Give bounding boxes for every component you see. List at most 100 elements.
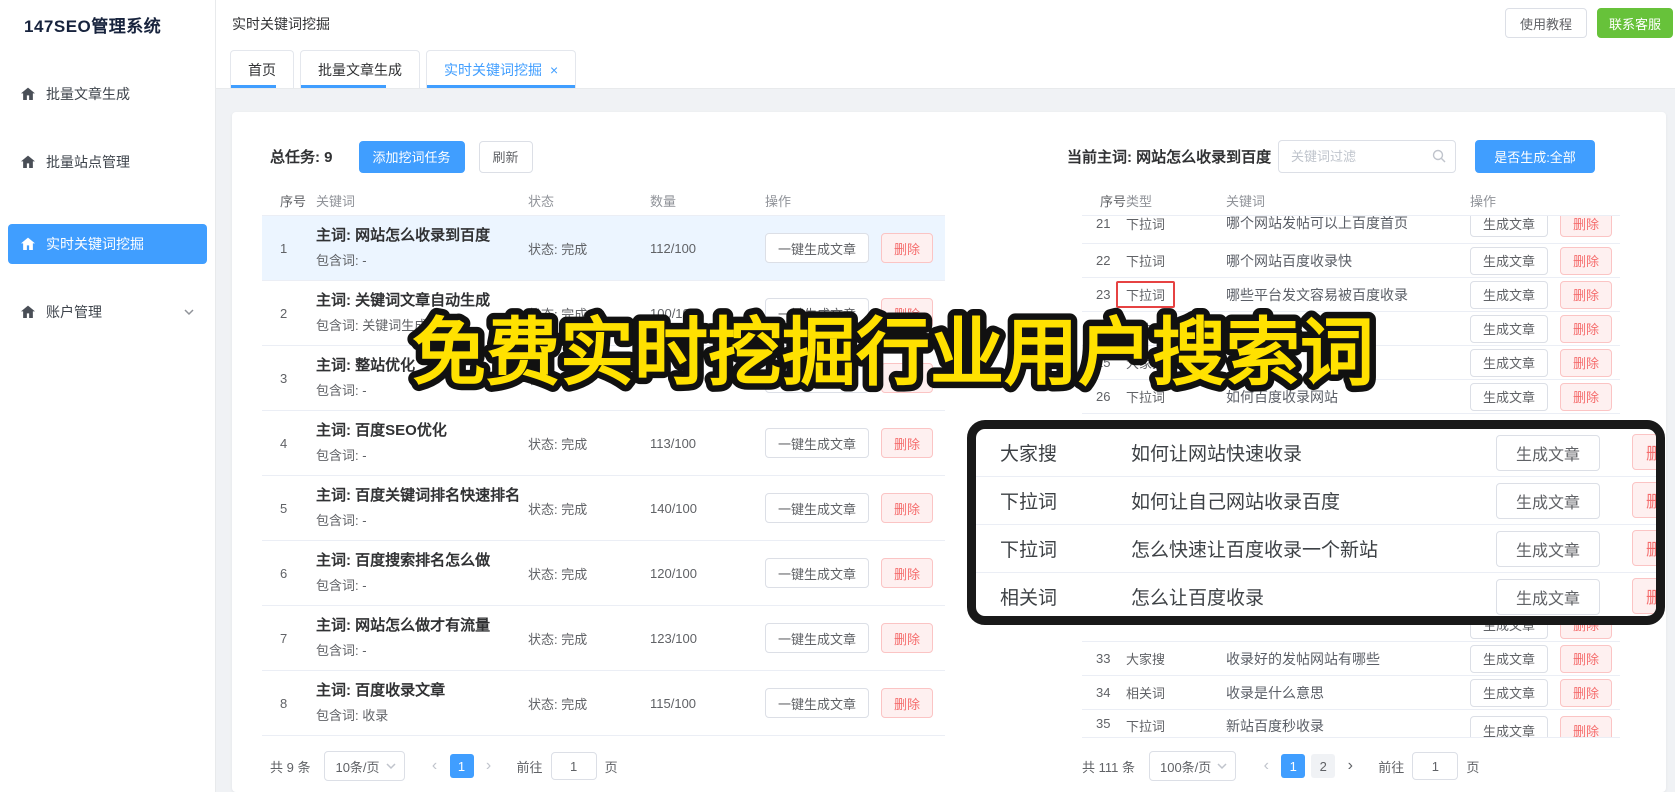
task-row[interactable]: 8 主词: 百度收录文章 包含词: 收录 状态: 完成 115/100 一键生成… — [262, 671, 945, 736]
refresh-button[interactable]: 刷新 — [478, 140, 533, 173]
keyword-filter — [1278, 140, 1456, 173]
generate-article-button[interactable]: 生成文章 — [1470, 348, 1548, 377]
task-row[interactable]: 7 主词: 网站怎么做才有流量 包含词: - 状态: 完成 123/100 一键… — [262, 606, 945, 671]
task-row[interactable]: 5 主词: 百度关键词排名快速排名 包含词: - 状态: 完成 140/100 … — [262, 476, 945, 541]
goto-page-input[interactable] — [1412, 752, 1459, 780]
delete-button[interactable]: 删除 — [1632, 482, 1656, 518]
keyword-row[interactable]: 24 下拉词 生成文章 删除 — [1082, 312, 1620, 346]
delete-button[interactable]: 删除 — [1560, 216, 1612, 237]
task-count: 100/100 — [650, 305, 697, 321]
page-size-select[interactable]: 10条/页 — [324, 751, 405, 781]
keyword-row[interactable]: 33 大家搜 收录好的发帖网站有哪些 生成文章 删除 — [1082, 642, 1620, 676]
row-index: 26 — [1096, 389, 1111, 404]
generate-article-button[interactable]: 生成文章 — [1470, 280, 1548, 309]
tab[interactable]: 批量文章生成 — [300, 50, 420, 88]
delete-button[interactable]: 删除 — [1560, 246, 1612, 275]
task-panel-header: 总任务: 9 添加挖词任务 刷新 — [270, 140, 533, 173]
delete-button[interactable]: 删除 — [881, 558, 933, 588]
page-number-2[interactable]: 2 — [1311, 754, 1336, 778]
chevron-down-icon — [385, 760, 397, 775]
page-number-1[interactable]: 1 — [1281, 754, 1306, 778]
prev-page-button[interactable]: ‹ — [423, 754, 447, 778]
delete-button[interactable]: 删除 — [1560, 314, 1612, 343]
next-page-button[interactable]: › — [1338, 754, 1362, 778]
sidebar-item[interactable]: 账户管理 — [8, 292, 207, 332]
zoomed-results-callout: 大家搜 如何让网站快速收录 生成文章 删除 下拉词 如何让自己网站收录百度 生成… — [967, 420, 1665, 625]
delete-button[interactable]: 删除 — [881, 363, 933, 393]
task-keyword-cell: 主词: 网站怎么收录到百度 包含词: - — [316, 225, 528, 271]
generate-article-button[interactable]: 生成文章 — [1470, 314, 1548, 343]
tab[interactable]: 首页 — [230, 50, 294, 88]
delete-button[interactable]: 删除 — [1560, 382, 1612, 411]
tutorial-button[interactable]: 使用教程 — [1505, 8, 1587, 38]
page-size-select[interactable]: 100条/页 — [1148, 751, 1237, 781]
generate-article-button[interactable]: 生成文章 — [1496, 482, 1600, 519]
keyword-row[interactable]: 35 下拉词 新站百度秒收录 生成文章 删除 — [1082, 710, 1620, 738]
prev-page-button[interactable]: ‹ — [1254, 754, 1278, 778]
delete-button[interactable]: 删除 — [1560, 678, 1612, 707]
keyword-row[interactable]: 25 大家搜 生成文章 删除 — [1082, 346, 1620, 380]
sidebar-item[interactable]: 批量文章生成 — [8, 74, 207, 114]
delete-button[interactable]: 删除 — [881, 233, 933, 263]
keyword-filter-input[interactable] — [1278, 140, 1456, 173]
task-row[interactable]: 1 主词: 网站怎么收录到百度 包含词: - 状态: 完成 112/100 一键… — [262, 216, 945, 281]
generate-article-button[interactable]: 一键生成文章 — [765, 623, 869, 653]
delete-button[interactable]: 删除 — [881, 298, 933, 328]
add-task-button[interactable]: 添加挖词任务 — [358, 140, 465, 173]
task-row[interactable]: 4 主词: 百度SEO优化 包含词: - 状态: 完成 113/100 一键生成… — [262, 411, 945, 476]
delete-button[interactable]: 删除 — [881, 428, 933, 458]
task-main-word: 主词: 网站怎么做才有流量 — [316, 617, 491, 634]
generate-article-button[interactable]: 生成文章 — [1470, 216, 1548, 237]
sidebar-item[interactable]: 批量站点管理 — [8, 142, 207, 182]
tab[interactable]: 实时关键词挖掘 × — [426, 50, 577, 88]
delete-button[interactable]: 删除 — [881, 623, 933, 653]
delete-button[interactable]: 删除 — [1560, 280, 1612, 309]
delete-button[interactable]: 删除 — [1632, 434, 1656, 470]
task-row[interactable]: 2 主词: 关键词文章自动生成 包含词: 关键词生成 状态: 完成 100/10… — [262, 281, 945, 346]
task-row[interactable]: 3 主词: 整站优化 包含词: - 状态: 完成 一键生成文章 删除 — [262, 346, 945, 411]
generate-article-button[interactable]: 一键生成文章 — [765, 558, 869, 588]
next-page-button[interactable]: › — [477, 754, 501, 778]
delete-button[interactable]: 删除 — [1560, 716, 1612, 737]
keyword-row[interactable]: 26 下拉词 如何百度收录网站 生成文章 删除 — [1082, 380, 1620, 414]
tab-close-icon[interactable]: × — [550, 62, 558, 78]
generate-article-button[interactable]: 一键生成文章 — [765, 233, 869, 263]
generate-article-button[interactable]: 生成文章 — [1470, 678, 1548, 707]
generate-article-button[interactable]: 生成文章 — [1496, 530, 1600, 567]
generate-article-button[interactable]: 一键生成文章 — [765, 688, 869, 718]
sidebar-item[interactable]: 实时关键词挖掘 — [8, 224, 207, 264]
row-index: 21 — [1096, 216, 1111, 231]
task-row[interactable]: 6 主词: 百度搜索排名怎么做 包含词: - 状态: 完成 120/100 一键… — [262, 541, 945, 606]
keyword-row[interactable]: 22 下拉词 哪个网站百度收录快 生成文章 删除 — [1082, 244, 1620, 278]
generate-article-button[interactable]: 一键生成文章 — [765, 428, 869, 458]
generate-article-button[interactable]: 生成文章 — [1496, 434, 1600, 471]
keyword-row[interactable]: 23 下拉词 哪些平台发文容易被百度收录 生成文章 删除 — [1082, 278, 1620, 312]
task-main-word: 主词: 百度搜索排名怎么做 — [316, 552, 491, 569]
generate-article-button[interactable]: 生成文章 — [1470, 382, 1548, 411]
delete-button[interactable]: 删除 — [1560, 348, 1612, 377]
goto-label: 前往 — [516, 759, 543, 775]
zoomed-keyword-row: 大家搜 如何让网站快速收录 生成文章 删除 — [976, 429, 1656, 477]
goto-page-input[interactable] — [550, 752, 597, 780]
contact-support-button[interactable]: 联系客服 — [1597, 8, 1673, 38]
generate-article-button[interactable]: 生成文章 — [1470, 644, 1548, 673]
delete-button[interactable]: 删除 — [881, 493, 933, 523]
delete-button[interactable]: 删除 — [1560, 644, 1612, 673]
generate-article-button[interactable]: 生成文章 — [1470, 246, 1548, 275]
page-number-1[interactable]: 1 — [449, 754, 474, 778]
generate-article-button[interactable]: 生成文章 — [1470, 716, 1548, 737]
generate-article-button[interactable]: 一键生成文章 — [765, 298, 869, 328]
keyword-row[interactable]: 21 下拉词 哪个网站发帖可以上百度首页 生成文章 删除 — [1082, 216, 1620, 244]
row-index: 3 — [280, 370, 288, 386]
generate-all-button[interactable]: 是否生成:全部 — [1475, 140, 1595, 173]
generate-article-button[interactable]: 一键生成文章 — [765, 493, 869, 523]
generate-article-button[interactable]: 生成文章 — [1496, 578, 1600, 615]
keyword-text: 怎么快速让百度收录一个新站 — [1131, 540, 1379, 561]
task-count: 140/100 — [650, 500, 697, 516]
delete-button[interactable]: 删除 — [1632, 530, 1656, 566]
generate-article-button[interactable]: 一键生成文章 — [765, 363, 869, 393]
delete-button[interactable]: 删除 — [881, 688, 933, 718]
keyword-row[interactable]: 34 相关词 收录是什么意思 生成文章 删除 — [1082, 676, 1620, 710]
task-rows: 1 主词: 网站怎么收录到百度 包含词: - 状态: 完成 112/100 一键… — [262, 216, 945, 736]
delete-button[interactable]: 删除 — [1632, 578, 1656, 614]
